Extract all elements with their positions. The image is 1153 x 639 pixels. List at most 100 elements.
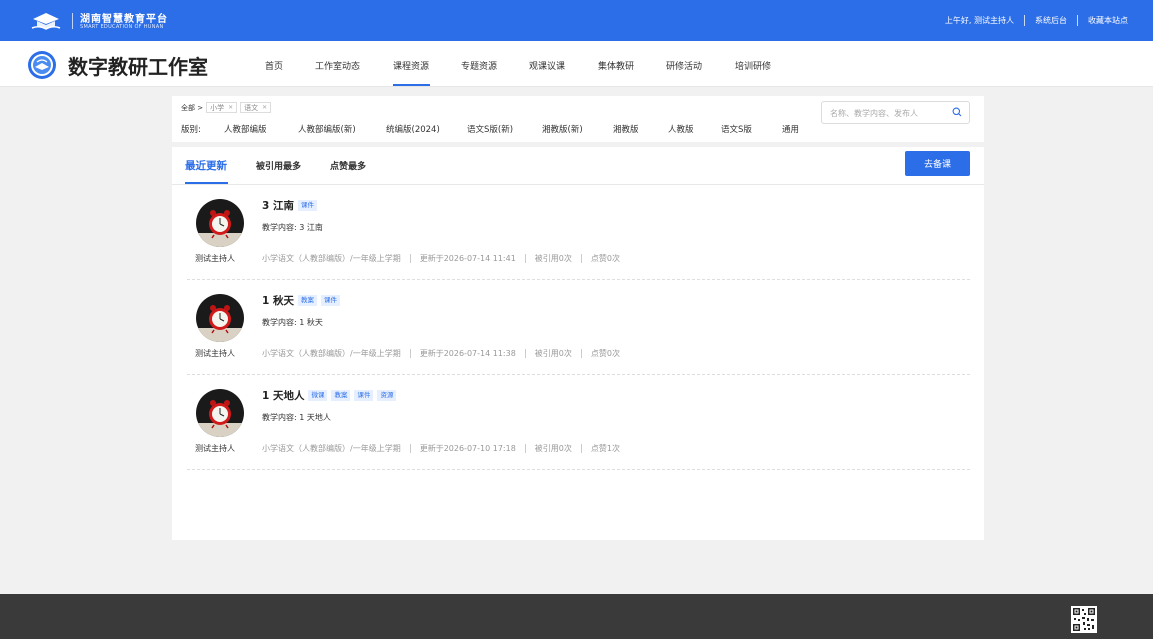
nav-training-activities[interactable]: 研修活动 — [666, 59, 702, 72]
resource-item[interactable]: 测试主持人 1 天地人 微课 教案 课件 资源 教学内容: 1 天地人 小学语文… — [187, 375, 970, 470]
studio-header: 数字教研工作室 首页 工作室动态 课程资源 专题资源 观课议课 集体教研 研修活… — [0, 41, 1153, 87]
edition-option[interactable]: 通用 — [782, 123, 799, 135]
footer — [0, 594, 1153, 639]
sort-tabs: 最近更新 被引用最多 点赞最多 去备课 — [172, 147, 984, 185]
admin-link[interactable]: 系统后台 — [1035, 15, 1067, 26]
item-cited: 被引用0次 — [534, 349, 572, 358]
nav-studio-news[interactable]: 工作室动态 — [315, 59, 360, 72]
author-name: 测试主持人 — [195, 254, 235, 263]
avatar — [196, 294, 244, 342]
nav-training[interactable]: 培训研修 — [735, 59, 771, 72]
top-bar: 湖南智慧教育平台 SMART EDUCATION OF HUNAN 上午好, 测… — [0, 0, 1153, 41]
platform-logo-icon[interactable] — [31, 11, 61, 31]
greeting-text[interactable]: 上午好, 测试主持人 — [945, 15, 1014, 26]
author-name: 测试主持人 — [195, 444, 235, 453]
item-title[interactable]: 1 天地人 — [262, 388, 304, 403]
item-likes: 点赞1次 — [590, 444, 620, 453]
close-icon[interactable]: ✕ — [228, 104, 233, 111]
item-cited: 被引用0次 — [534, 444, 572, 453]
edition-option[interactable]: 人教版 — [668, 123, 694, 135]
search-input[interactable] — [830, 106, 948, 120]
nav-course-resources[interactable]: 课程资源 — [393, 59, 429, 72]
top-bar-links: 上午好, 测试主持人 系统后台 收藏本站点 — [945, 15, 1128, 26]
nav-active-indicator — [393, 84, 430, 86]
edition-option[interactable]: 语文S版(新) — [467, 123, 513, 135]
link-divider — [1077, 15, 1078, 26]
meta-divider — [524, 349, 526, 358]
item-meta: 小学语文（人教部编版）/一年级上学期 更新于2026-07-14 11:41 被… — [262, 253, 620, 264]
meta-divider — [580, 444, 582, 453]
filter-tag-label: 小学 — [210, 103, 225, 112]
studio-logo-icon — [28, 51, 56, 79]
author-name: 测试主持人 — [195, 349, 235, 358]
link-divider — [1024, 15, 1025, 26]
edition-option[interactable]: 语文S版 — [721, 123, 752, 135]
tab-most-cited[interactable]: 被引用最多 — [256, 159, 301, 172]
item-content: 教学内容: 1 天地人 — [262, 413, 331, 422]
search-icon[interactable] — [952, 107, 962, 117]
item-title[interactable]: 3 江南 — [262, 198, 294, 213]
meta-divider — [409, 349, 411, 358]
item-subject: 小学语文（人教部编版）/一年级上学期 — [262, 254, 401, 263]
meta-divider — [580, 254, 582, 263]
tab-recent[interactable]: 最近更新 — [185, 158, 227, 173]
close-icon[interactable]: ✕ — [262, 104, 267, 111]
avatar — [196, 199, 244, 247]
type-badge: 课件 — [297, 200, 317, 211]
nav-home[interactable]: 首页 — [265, 59, 283, 72]
item-content: 教学内容: 3 江南 — [262, 223, 323, 232]
search-box[interactable] — [821, 101, 970, 124]
studio-title: 数字教研工作室 — [68, 55, 208, 79]
tab-most-liked[interactable]: 点赞最多 — [330, 159, 366, 172]
resource-item[interactable]: 测试主持人 1 秋天 教案 课件 教学内容: 1 秋天 小学语文（人教部编版）/… — [187, 280, 970, 375]
all-filter-link[interactable]: 全部 > — [181, 103, 203, 113]
edition-option[interactable]: 湘教版 — [613, 123, 639, 135]
item-subject: 小学语文（人教部编版）/一年级上学期 — [262, 444, 401, 453]
filter-tag[interactable]: 语文 ✕ — [240, 102, 272, 113]
type-badge: 资源 — [377, 390, 397, 401]
bookmark-link[interactable]: 收藏本站点 — [1088, 15, 1128, 26]
type-badge: 微课 — [308, 390, 328, 401]
nav-topic-resources[interactable]: 专题资源 — [461, 59, 497, 72]
prepare-lesson-button[interactable]: 去备课 — [905, 151, 970, 176]
brand-divider — [72, 13, 73, 29]
item-title-line: 1 天地人 微课 教案 课件 资源 — [262, 388, 400, 403]
item-updated: 更新于2026-07-14 11:38 — [419, 349, 516, 358]
item-cited: 被引用0次 — [534, 254, 572, 263]
filter-panel: 全部 > 小学 ✕ 语文 ✕ 版别: 人教部编版 人教部编版(新) 统编版(2024… — [172, 96, 984, 142]
edition-label: 版别: — [181, 125, 201, 135]
meta-divider — [409, 254, 411, 263]
edition-option[interactable]: 人教部编版 — [224, 123, 267, 135]
nav-lesson-review[interactable]: 观课议课 — [529, 59, 565, 72]
edition-option[interactable]: 湘教版(新) — [542, 123, 583, 135]
edition-option[interactable]: 统编版(2024) — [386, 123, 440, 135]
meta-divider — [409, 444, 411, 453]
type-badge: 课件 — [354, 390, 374, 401]
avatar — [196, 389, 244, 437]
item-updated: 更新于2026-07-10 17:18 — [419, 444, 516, 453]
brand-name[interactable]: 湖南智慧教育平台 — [80, 10, 168, 25]
qr-code-icon — [1071, 606, 1097, 633]
resource-item[interactable]: 测试主持人 3 江南 课件 教学内容: 3 江南 小学语文（人教部编版）/一年级… — [187, 185, 970, 280]
type-badge: 教案 — [331, 390, 351, 401]
item-content: 教学内容: 1 秋天 — [262, 318, 323, 327]
item-meta: 小学语文（人教部编版）/一年级上学期 更新于2026-07-14 11:38 被… — [262, 348, 620, 359]
item-likes: 点赞0次 — [590, 254, 620, 263]
brand-english: SMART EDUCATION OF HUNAN — [80, 24, 164, 30]
type-badge: 课件 — [320, 295, 340, 306]
meta-divider — [580, 349, 582, 358]
item-subject: 小学语文（人教部编版）/一年级上学期 — [262, 349, 401, 358]
meta-divider — [524, 444, 526, 453]
nav-collective-research[interactable]: 集体教研 — [598, 59, 634, 72]
type-badge: 教案 — [297, 295, 317, 306]
item-title-line: 3 江南 课件 — [262, 198, 321, 213]
item-updated: 更新于2026-07-14 11:41 — [419, 254, 516, 263]
item-likes: 点赞0次 — [590, 349, 620, 358]
item-title-line: 1 秋天 教案 课件 — [262, 293, 344, 308]
item-title[interactable]: 1 秋天 — [262, 293, 294, 308]
edition-option[interactable]: 人教部编版(新) — [298, 123, 356, 135]
tab-active-indicator — [185, 182, 228, 184]
filter-breadcrumb: 全部 > 小学 ✕ 语文 ✕ — [181, 102, 272, 113]
item-meta: 小学语文（人教部编版）/一年级上学期 更新于2026-07-10 17:18 被… — [262, 443, 620, 454]
filter-tag[interactable]: 小学 ✕ — [206, 102, 238, 113]
